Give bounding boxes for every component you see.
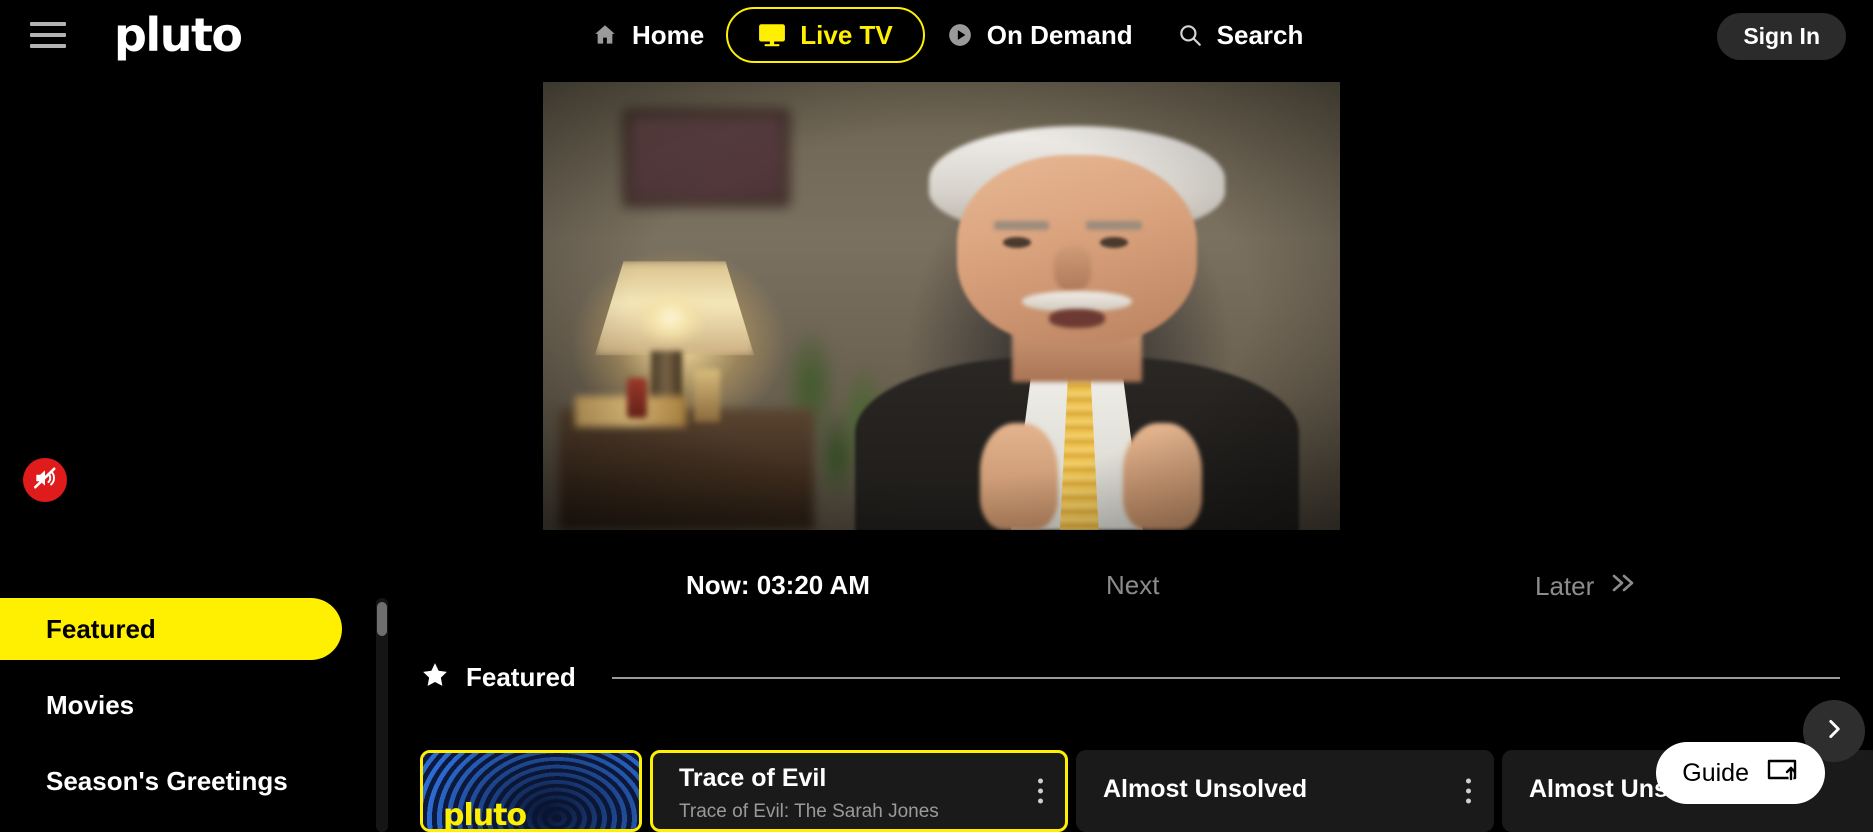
sidebar-item-seasons-greetings[interactable]: Season's Greetings bbox=[0, 750, 372, 812]
rail-card-almost-unsolved-1[interactable]: Almost Unsolved bbox=[1076, 750, 1494, 832]
hamburger-bar bbox=[30, 33, 66, 37]
hamburger-bar bbox=[30, 22, 66, 26]
home-icon bbox=[592, 22, 618, 48]
tv-icon bbox=[758, 22, 786, 48]
card-subtitle: Trace of Evil: The Sarah Jones bbox=[679, 800, 939, 822]
muted-speaker-icon bbox=[32, 465, 58, 496]
screen-expand-up-icon bbox=[1765, 755, 1799, 792]
rail-card-trace-of-evil[interactable]: Trace of Evil Trace of Evil: The Sarah J… bbox=[650, 750, 1068, 832]
primary-nav: Home Live TV On Demand Search bbox=[570, 0, 1325, 70]
timeline-later-label: Later bbox=[1535, 571, 1595, 601]
nav-label-live-tv: Live TV bbox=[800, 20, 893, 50]
guide-label: Guide bbox=[1682, 758, 1749, 787]
section-title: Featured bbox=[466, 662, 576, 692]
search-icon bbox=[1177, 22, 1203, 48]
nav-label-search: Search bbox=[1216, 20, 1304, 50]
hamburger-menu-icon[interactable] bbox=[30, 20, 66, 50]
sidebar-label-seasons-greetings: Season's Greetings bbox=[46, 765, 288, 796]
video-vignette bbox=[543, 82, 1340, 530]
chevron-right-icon bbox=[1821, 716, 1847, 747]
thumbnail-pluto-logo: pluto bbox=[443, 798, 527, 832]
kebab-menu-icon[interactable] bbox=[1038, 778, 1043, 804]
video-frame bbox=[543, 82, 1340, 530]
video-player[interactable] bbox=[543, 82, 1340, 530]
sidebar-item-featured[interactable]: Featured bbox=[0, 598, 342, 660]
top-navigation-bar: pluto Home Live TV On Demand Search Sign… bbox=[0, 0, 1873, 70]
sidebar-item-movies[interactable]: Movies bbox=[0, 674, 372, 736]
nav-item-live-tv[interactable]: Live TV bbox=[726, 7, 925, 63]
card-title: Almost Unsolved bbox=[1103, 774, 1308, 803]
section-header-featured: Featured bbox=[420, 660, 1840, 695]
sign-in-button[interactable]: Sign In bbox=[1717, 13, 1846, 60]
star-icon bbox=[420, 660, 450, 695]
play-circle-icon bbox=[947, 22, 973, 48]
sidebar-label-movies: Movies bbox=[46, 689, 135, 720]
guide-button[interactable]: Guide bbox=[1656, 742, 1825, 804]
timeline-now-label: Now: 03:20 AM bbox=[686, 570, 870, 600]
double-chevron-right-icon bbox=[1608, 570, 1638, 603]
kebab-dot bbox=[1038, 798, 1043, 804]
kebab-dot bbox=[1466, 778, 1471, 784]
hamburger-bar bbox=[30, 44, 66, 48]
sidebar-label-featured: Featured bbox=[46, 613, 156, 644]
timeline-later-button[interactable]: Later bbox=[1535, 570, 1638, 603]
nav-label-on-demand: On Demand bbox=[986, 20, 1133, 50]
featured-card-rail: pluto Trace of Evil Trace of Evil: The S… bbox=[420, 750, 1873, 832]
category-sidebar: Featured Movies Season's Greetings bbox=[0, 598, 372, 832]
kebab-dot bbox=[1466, 798, 1471, 804]
kebab-menu-icon[interactable] bbox=[1466, 778, 1471, 804]
rail-card-thumbnail[interactable]: pluto bbox=[420, 750, 642, 832]
nav-item-on-demand[interactable]: On Demand bbox=[925, 7, 1155, 63]
kebab-dot bbox=[1038, 788, 1043, 794]
sidebar-scrollbar[interactable] bbox=[376, 598, 388, 832]
nav-item-home[interactable]: Home bbox=[570, 7, 726, 63]
mute-toggle-button[interactable] bbox=[23, 458, 67, 502]
section-divider bbox=[611, 676, 1840, 679]
timeline-next-label[interactable]: Next bbox=[1106, 570, 1159, 601]
kebab-dot bbox=[1038, 778, 1043, 784]
kebab-dot bbox=[1466, 788, 1471, 794]
pluto-logo[interactable]: pluto bbox=[114, 12, 243, 58]
nav-item-search[interactable]: Search bbox=[1155, 7, 1326, 63]
card-title: Trace of Evil bbox=[679, 763, 827, 792]
nav-label-home: Home bbox=[632, 20, 705, 50]
